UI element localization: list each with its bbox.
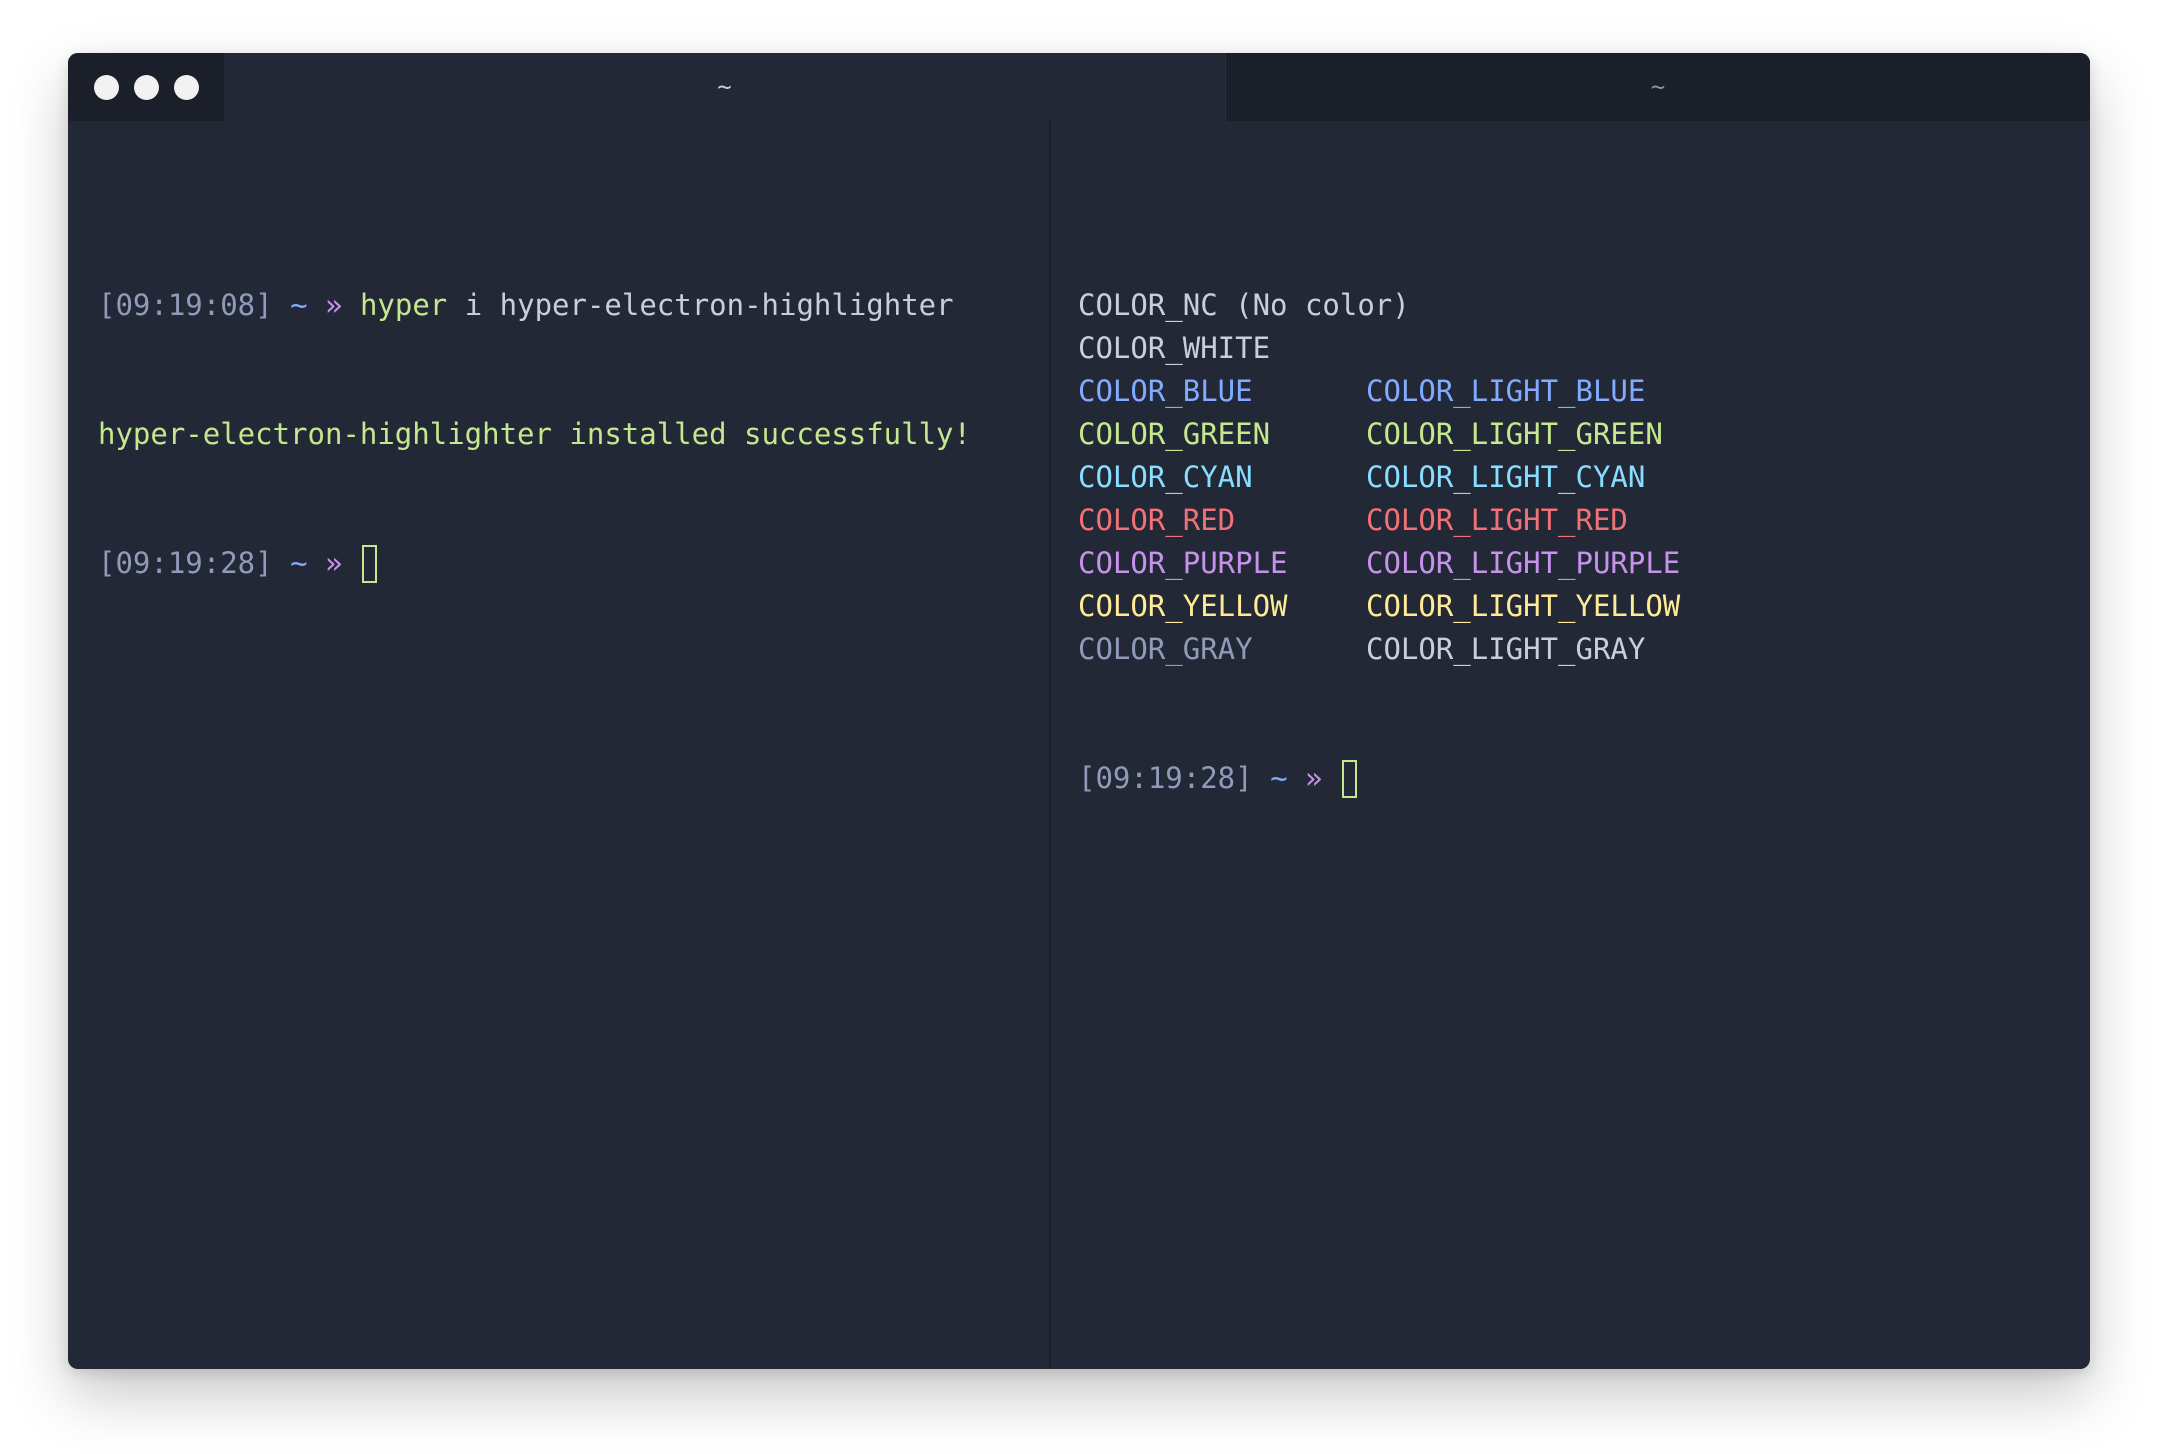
color-name-primary: COLOR_WHITE [1078,331,1271,365]
color-row: COLOR_BLUE COLOR_LIGHT_BLUE [1078,370,2078,413]
color-name-primary: COLOR_YELLOW [1078,589,1288,623]
color-list: COLOR_NC (No color) COLOR_WHITE COLOR_BLUE… [1078,284,2078,671]
color-name-primary: COLOR_RED [1078,503,1236,537]
color-name-primary: COLOR_BLUE [1078,374,1253,408]
color-row: COLOR_GRAY COLOR_LIGHT_GRAY [1078,628,2078,671]
close-window-button[interactable] [94,74,119,100]
title-bar: ~ ~ [68,53,2090,121]
color-name-light: COLOR_LIGHT_BLUE [1366,374,1646,408]
color-name-light: COLOR_LIGHT_YELLOW [1366,589,1681,623]
pane-divider[interactable] [1049,121,1051,1369]
tab-label: ~ [1650,73,1666,101]
color-name-primary: COLOR_CYAN [1078,460,1253,494]
color-name-primary: COLOR_NC (No color) [1078,288,1410,322]
terminal-line: hyper-electron-highlighter installed suc… [98,413,1038,456]
color-name-light: COLOR_LIGHT_CYAN [1366,460,1646,494]
terminal-cursor[interactable] [1341,759,1357,798]
minimize-window-button[interactable] [134,74,159,100]
color-row: COLOR_CYAN COLOR_LIGHT_CYAN [1078,456,2078,499]
prompt-chevron: » [325,546,343,580]
prompt-timestamp: [09:19:28] [98,546,273,580]
prompt-chevron: » [325,288,343,322]
terminal-line: [09:19:28] ~ » [98,542,1038,585]
prompt-timestamp: [09:19:28] [1078,761,1253,795]
prompt-cwd: ~ [290,288,308,322]
terminal-line: [09:19:28] ~ » [1078,757,2078,800]
color-row: COLOR_GREEN COLOR_LIGHT_GREEN [1078,413,2078,456]
color-name-primary: COLOR_GREEN [1078,417,1271,451]
terminal-window: ~ ~ [09:19:08] ~ » hyper i hyper-electro… [68,53,2090,1369]
command-args: i hyper-electron-highlighter [464,288,954,322]
color-name-light: COLOR_LIGHT_PURPLE [1366,546,1681,580]
color-row: COLOR_NC (No color) [1078,284,2078,327]
color-row: COLOR_RED COLOR_LIGHT_RED [1078,499,2078,542]
tab-label: ~ [717,73,732,101]
color-row: COLOR_WHITE [1078,327,2078,370]
command-output: hyper-electron-highlighter installed suc… [98,417,971,451]
terminal-pane-left[interactable]: [09:19:08] ~ » hyper i hyper-electron-hi… [98,121,1038,1369]
window-controls [68,53,224,121]
prompt-cwd: ~ [290,546,308,580]
desktop-stage: ~ ~ [09:19:08] ~ » hyper i hyper-electro… [0,0,2158,1454]
terminal-cursor[interactable] [361,544,377,583]
color-name-light: COLOR_LIGHT_GREEN [1366,417,1663,451]
color-name-primary: COLOR_GRAY [1078,632,1253,666]
prompt-chevron: » [1305,761,1323,795]
prompt-timestamp: [09:19:08] [98,288,273,322]
command-name: hyper [359,288,448,322]
terminal-pane-right[interactable]: COLOR_NC (No color) COLOR_WHITE COLOR_BLUE… [1078,121,2078,1369]
prompt-cwd: ~ [1270,761,1288,795]
color-row: COLOR_PURPLE COLOR_LIGHT_PURPLE [1078,542,2078,585]
tab-left-pane[interactable]: ~ [224,53,1225,121]
color-name-light: COLOR_LIGHT_GRAY [1366,632,1646,666]
color-row: COLOR_YELLOW COLOR_LIGHT_YELLOW [1078,585,2078,628]
color-name-primary: COLOR_PURPLE [1078,546,1288,580]
color-name-light: COLOR_LIGHT_RED [1366,503,1628,537]
zoom-window-button[interactable] [174,74,199,100]
terminal-line: [09:19:08] ~ » hyper i hyper-electron-hi… [98,284,1038,327]
tab-right-pane[interactable]: ~ [1225,53,2090,121]
